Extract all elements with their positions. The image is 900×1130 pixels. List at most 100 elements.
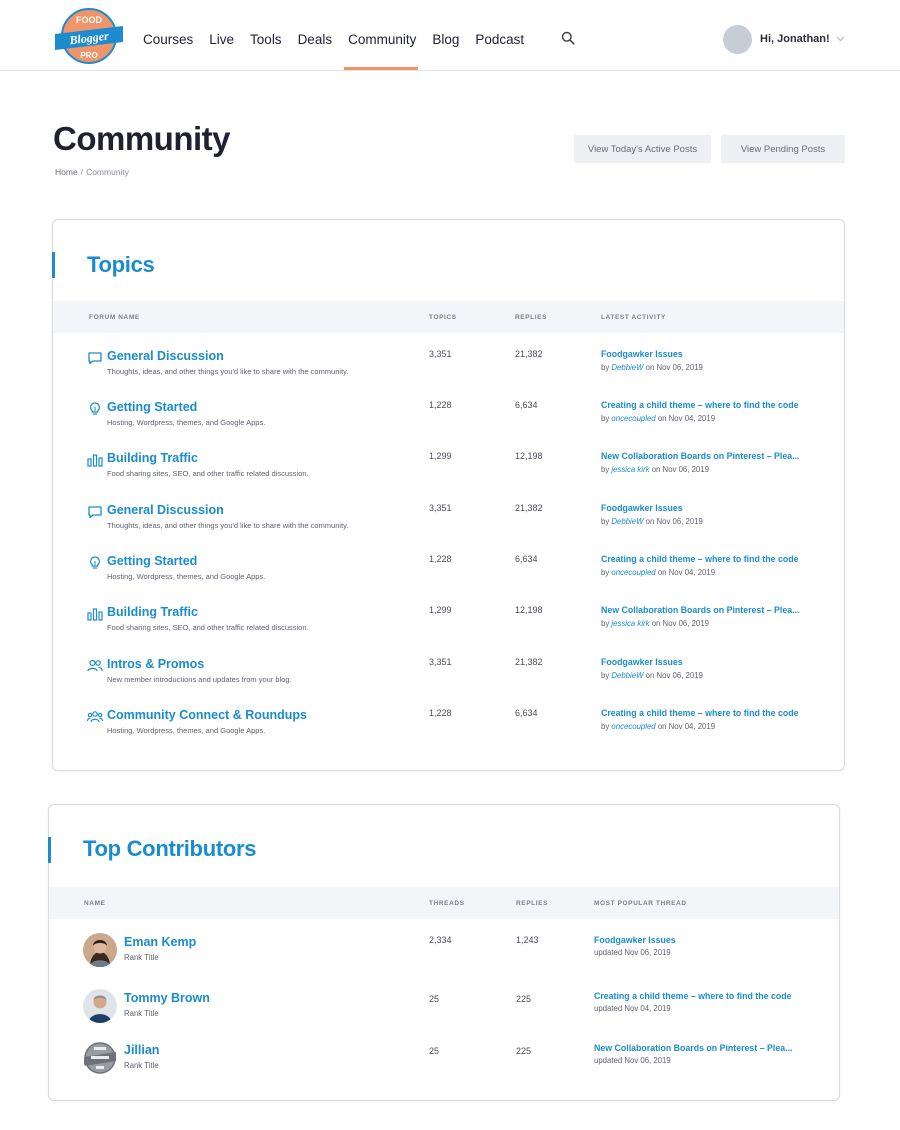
by-label: by (601, 671, 610, 680)
user-avatar[interactable] (723, 25, 752, 54)
activity-date: on Nov 06, 2019 (645, 517, 703, 526)
popular-thread-link[interactable]: Foodgawker Issues (594, 935, 676, 945)
nav-community[interactable]: Community (344, 0, 419, 70)
breadcrumb-home[interactable]: Home (55, 167, 78, 177)
user-greeting[interactable]: Hi, Jonathan! (760, 33, 830, 45)
lightbulb-icon (90, 556, 100, 569)
forum-row: General Discussion Thoughts, ideas, and … (53, 503, 844, 554)
top-contributors-title: Top Contributors (83, 836, 257, 861)
col-name: NAME (84, 900, 106, 907)
contributor-row: Jillian Rank Title 25 225 New Collaborat… (49, 1041, 839, 1093)
latest-activity-link[interactable]: New Collaboration Boards on Pinterest – … (601, 605, 799, 615)
forum-description: Hosting, Wordpress, themes, and Google A… (107, 418, 266, 427)
latest-activity-meta: by DebbieW on Nov 06, 2019 (601, 363, 703, 372)
replies-count: 225 (516, 1046, 532, 1056)
forum-description: Hosting, Wordpress, themes, and Google A… (107, 726, 266, 735)
chevron-down-icon[interactable] (836, 36, 845, 42)
forum-row: Building Traffic Food sharing sites, SEO… (53, 451, 844, 502)
activity-user-link[interactable]: DebbieW (611, 517, 643, 526)
forum-name[interactable]: Intros & Promos (107, 657, 204, 671)
latest-activity-meta: by oncecoupled on Nov 04, 2019 (601, 568, 715, 577)
nav-blog[interactable]: Blog (432, 0, 459, 70)
replies-count: 21,382 (515, 349, 543, 359)
col-threads: THREADS (429, 900, 465, 907)
nav-deals[interactable]: Deals (298, 0, 333, 70)
card-accent-bar (48, 837, 51, 863)
contributor-rank: Rank Title (124, 953, 159, 962)
forum-name[interactable]: General Discussion (107, 349, 224, 363)
forum-name[interactable]: Community Connect & Roundups (107, 708, 307, 722)
forum-name[interactable]: Getting Started (107, 554, 197, 568)
top-navbar: FOOD Blogger PRO Courses Live Tools Deal… (0, 0, 900, 71)
latest-activity-meta: by jessica kirk on Nov 06, 2019 (601, 465, 709, 474)
replies-count: 6,634 (515, 708, 538, 718)
topics-count: 1,228 (429, 554, 452, 564)
forum-name[interactable]: Getting Started (107, 400, 197, 414)
two-people-icon (87, 659, 103, 672)
topics-count: 1,228 (429, 708, 452, 718)
latest-activity-link[interactable]: Creating a child theme – where to find t… (601, 400, 798, 410)
forum-name[interactable]: General Discussion (107, 503, 224, 517)
replies-count: 12,198 (515, 605, 543, 615)
activity-user-link[interactable]: oncecoupled (611, 414, 655, 423)
activity-user-link[interactable]: jessica kirk (611, 619, 649, 628)
contributor-name[interactable]: Jillian (124, 1043, 159, 1057)
forum-name[interactable]: Building Traffic (107, 605, 198, 619)
topics-count: 1,299 (429, 451, 452, 461)
view-pending-posts-button[interactable]: View Pending Posts (721, 135, 845, 163)
view-active-posts-button[interactable]: View Today's Active Posts (574, 135, 711, 163)
threads-count: 2,334 (429, 935, 452, 945)
topics-count: 3,351 (429, 349, 452, 359)
lightbulb-icon (90, 402, 100, 415)
by-label: by (601, 722, 610, 731)
popular-thread-link[interactable]: New Collaboration Boards on Pinterest – … (594, 1043, 792, 1053)
nav-live[interactable]: Live (209, 0, 234, 70)
activity-user-link[interactable]: jessica kirk (611, 465, 649, 474)
forum-description: Food sharing sites, SEO, and other traff… (107, 623, 309, 632)
by-label: by (601, 619, 610, 628)
logo-text-top: FOOD (76, 15, 102, 25)
activity-user-link[interactable]: DebbieW (611, 363, 643, 372)
replies-count: 12,198 (515, 451, 543, 461)
topics-count: 1,299 (429, 605, 452, 615)
latest-activity-meta: by oncecoupled on Nov 04, 2019 (601, 722, 715, 731)
contributor-name[interactable]: Eman Kemp (124, 935, 196, 949)
activity-user-link[interactable]: oncecoupled (611, 722, 655, 731)
latest-activity-meta: by DebbieW on Nov 06, 2019 (601, 671, 703, 680)
nav-podcast[interactable]: Podcast (475, 0, 524, 70)
nav-courses[interactable]: Courses (143, 0, 193, 70)
col-replies: REPLIES (516, 900, 549, 907)
contributor-avatar[interactable] (83, 1041, 117, 1075)
replies-count: 6,634 (515, 554, 538, 564)
thread-updated: updated Nov 06, 2019 (594, 1056, 671, 1065)
contributor-row: Tommy Brown Rank Title 25 225 Creating a… (49, 989, 839, 1041)
topics-table-header: FORUM NAME TOPICS REPLIES LATEST ACTIVIT… (53, 301, 844, 333)
latest-activity-link[interactable]: Foodgawker Issues (601, 349, 683, 359)
contributor-rank: Rank Title (124, 1009, 159, 1018)
contributor-name[interactable]: Tommy Brown (124, 991, 210, 1005)
contributors-table-header: NAME THREADS REPLIES MOST POPULAR THREAD (49, 887, 839, 919)
activity-user-link[interactable]: DebbieW (611, 671, 643, 680)
food-blogger-pro-logo[interactable]: FOOD Blogger PRO (53, 8, 125, 64)
popular-thread-link[interactable]: Creating a child theme – where to find t… (594, 991, 791, 1001)
contributor-avatar[interactable] (83, 933, 117, 967)
activity-date: on Nov 06, 2019 (645, 671, 703, 680)
latest-activity-link[interactable]: Creating a child theme – where to find t… (601, 554, 798, 564)
replies-count: 21,382 (515, 657, 543, 667)
replies-count: 225 (516, 994, 532, 1004)
activity-date: on Nov 06, 2019 (645, 363, 703, 372)
latest-activity-link[interactable]: New Collaboration Boards on Pinterest – … (601, 451, 799, 461)
by-label: by (601, 414, 610, 423)
activity-date: on Nov 06, 2019 (651, 465, 709, 474)
activity-user-link[interactable]: oncecoupled (611, 568, 655, 577)
nav-tools[interactable]: Tools (250, 0, 282, 70)
forum-name[interactable]: Building Traffic (107, 451, 198, 465)
latest-activity-link[interactable]: Foodgawker Issues (601, 503, 683, 513)
replies-count: 21,382 (515, 503, 543, 513)
latest-activity-link[interactable]: Foodgawker Issues (601, 657, 683, 667)
latest-activity-link[interactable]: Creating a child theme – where to find t… (601, 708, 798, 718)
col-most-popular-thread: MOST POPULAR THREAD (594, 900, 687, 907)
main-nav: Courses Live Tools Deals Community Blog … (143, 0, 540, 70)
contributor-avatar[interactable] (83, 989, 117, 1023)
search-icon[interactable] (561, 31, 575, 45)
